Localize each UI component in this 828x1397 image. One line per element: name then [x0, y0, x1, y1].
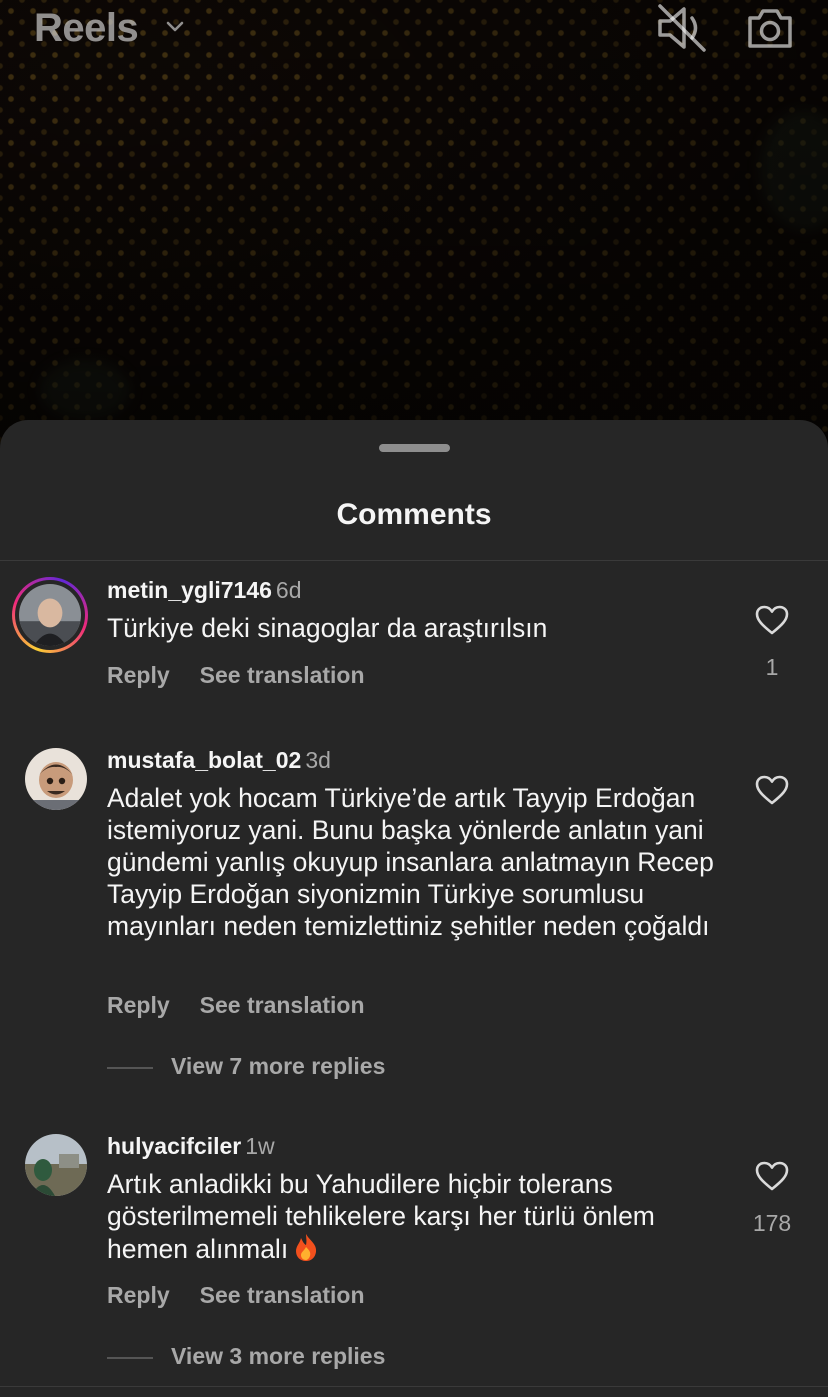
replies-rule — [107, 1356, 153, 1359]
camera-icon[interactable] — [744, 2, 796, 54]
comment-actions: Reply See translation — [107, 662, 395, 689]
view-replies-label: View 7 more replies — [171, 1053, 386, 1079]
comment-age: 3d — [305, 747, 331, 773]
reply-button[interactable]: Reply — [107, 992, 170, 1018]
bottom-divider — [0, 1386, 828, 1387]
see-translation-button[interactable]: See translation — [200, 662, 365, 688]
replies-rule — [107, 1066, 153, 1069]
reels-title[interactable]: Reels — [34, 6, 139, 51]
comment-text: Artık anladikki bu Yahudilere hiçbir tol… — [107, 1168, 737, 1265]
see-translation-button[interactable]: See translation — [200, 1282, 365, 1308]
view-replies-label: View 3 more replies — [171, 1343, 386, 1369]
reply-button[interactable]: Reply — [107, 1282, 170, 1308]
avatar-story-ring[interactable] — [12, 577, 88, 653]
comment-text-content: Artık anladikki bu Yahudilere hiçbir tol… — [107, 1169, 655, 1264]
comment-text: Adalet yok hocam Türkiye’de artık Tayyip… — [107, 783, 714, 941]
comment-meta: mustafa_bolat_02 3d — [107, 747, 331, 774]
avatar[interactable] — [25, 1134, 87, 1196]
comment-username[interactable]: metin_ygli7146 — [107, 577, 272, 603]
comment-actions: Reply See translation — [107, 992, 395, 1019]
heart-icon[interactable] — [754, 604, 790, 636]
comment-meta: metin_ygli7146 6d — [107, 577, 302, 604]
speaker-muted-icon[interactable] — [654, 2, 710, 54]
like-count: 178 — [752, 1210, 792, 1236]
comment-meta: hulyacifciler 1w — [107, 1133, 275, 1160]
comment-username[interactable]: mustafa_bolat_02 — [107, 747, 301, 773]
avatar[interactable] — [25, 748, 87, 810]
sheet-title: Comments — [336, 498, 492, 531]
avatar — [19, 584, 81, 646]
comment-age: 1w — [245, 1133, 275, 1159]
comment-text: Türkiye deki sinagoglar da araştırılsın — [107, 613, 548, 643]
view-more-replies-button[interactable]: View 7 more replies — [107, 1053, 385, 1080]
reels-top-bar: Reels — [0, 0, 828, 70]
heart-icon[interactable] — [754, 774, 790, 806]
comments-sheet: Comments metin_ygli7146 6d Türkiye deki s… — [0, 420, 828, 1397]
comment-actions: Reply See translation — [107, 1282, 395, 1309]
comment-age: 6d — [275, 577, 302, 603]
chevron-down-icon[interactable] — [162, 14, 188, 40]
sheet-drag-handle[interactable] — [379, 444, 450, 452]
view-more-replies-button[interactable]: View 3 more replies — [107, 1343, 385, 1370]
comment-username[interactable]: hulyacifciler — [107, 1133, 241, 1159]
header-divider — [0, 560, 828, 561]
fire-emoji — [296, 1234, 317, 1261]
see-translation-button[interactable]: See translation — [200, 992, 365, 1018]
reply-button[interactable]: Reply — [107, 662, 170, 688]
like-count: 1 — [765, 654, 779, 680]
heart-icon[interactable] — [754, 1160, 790, 1192]
